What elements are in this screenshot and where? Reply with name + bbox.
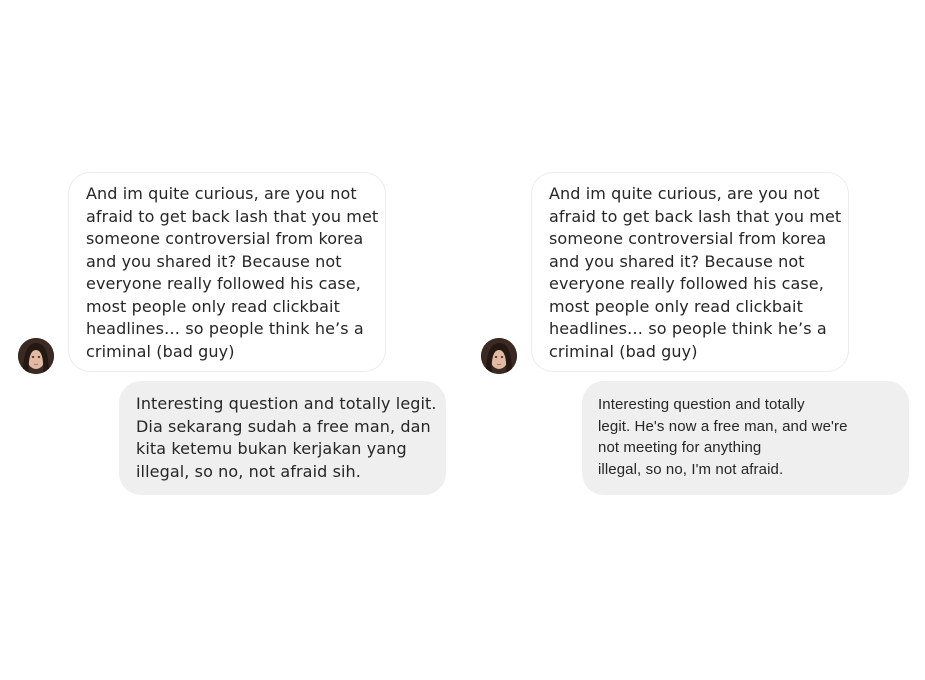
message-line: illegal, so no, not afraid sih.	[136, 461, 361, 481]
message-line: criminal (bad guy)	[86, 341, 235, 361]
message-line: criminal (bad guy)	[549, 341, 698, 361]
message-line: Interesting question and totally legit.	[136, 394, 437, 413]
message-line: illegal, so no, I'm not afraid.	[598, 460, 784, 478]
avatar[interactable]	[18, 338, 54, 374]
message-line: legit. He's now a free man, and we're	[598, 417, 848, 435]
avatar[interactable]	[481, 338, 517, 374]
outgoing-message-bubble[interactable]: Interesting question and totally legit. …	[582, 381, 909, 495]
message-line: kita ketemu bukan kerjakan yang	[136, 439, 407, 458]
message-line: afraid to get back lash that you met	[549, 206, 842, 226]
outgoing-message-bubble[interactable]: Interesting question and totally legit. …	[119, 381, 446, 495]
chat-panel-translated: And im quite curious, are you not afraid…	[463, 0, 925, 680]
message-line: And im quite curious, are you not	[549, 184, 820, 203]
message-line: headlines… so people think he’s a	[549, 319, 827, 338]
message-line: everyone really followed his case,	[549, 274, 824, 293]
message-line: someone controversial from korea	[86, 229, 364, 248]
message-line: Dia sekarang sudah a free man, dan	[136, 416, 431, 436]
chat-panel-original: And im quite curious, are you not afraid…	[0, 0, 462, 680]
incoming-message-bubble[interactable]: And im quite curious, are you not afraid…	[531, 172, 849, 372]
message-line: And im quite curious, are you not	[86, 184, 357, 203]
incoming-message-bubble[interactable]: And im quite curious, are you not afraid…	[68, 172, 386, 372]
message-line: most people only read clickbait	[549, 296, 803, 316]
message-line: headlines… so people think he’s a	[86, 319, 364, 338]
message-line: and you shared it? Because not	[549, 251, 805, 271]
message-line: everyone really followed his case,	[86, 274, 361, 293]
message-line: someone controversial from korea	[549, 229, 827, 248]
message-line: afraid to get back lash that you met	[86, 206, 379, 226]
message-line: and you shared it? Because not	[86, 251, 342, 271]
message-line: most people only read clickbait	[86, 296, 340, 316]
message-line: Interesting question and totally	[598, 396, 805, 413]
message-line: not meeting for anything	[598, 439, 762, 456]
